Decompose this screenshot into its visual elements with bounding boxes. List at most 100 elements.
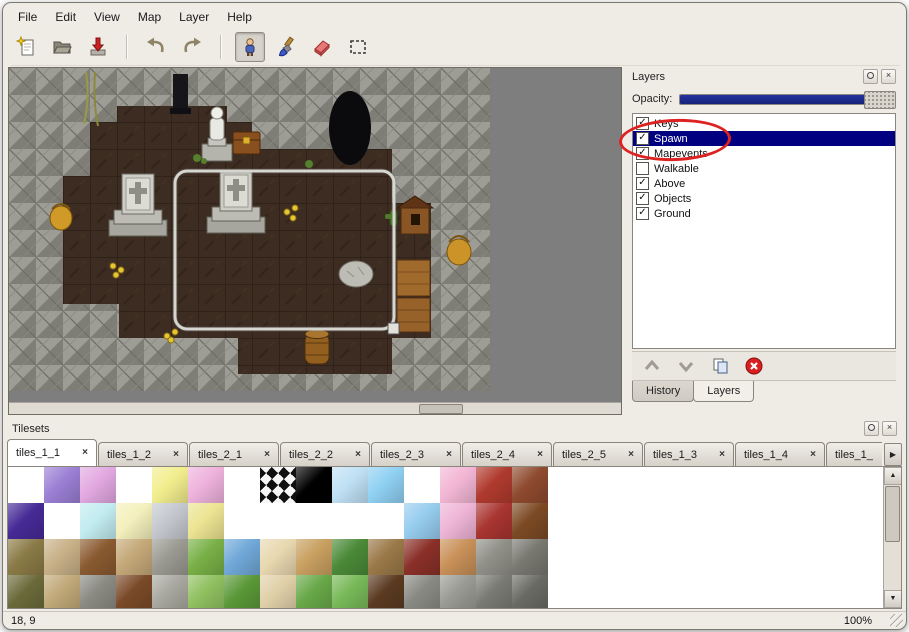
tile-2-0[interactable]: [8, 539, 44, 575]
tile-2-2[interactable]: [80, 539, 116, 575]
dock-close-button[interactable]: ×: [881, 69, 896, 84]
tile-1-7[interactable]: [260, 503, 296, 539]
tile-1-9[interactable]: [332, 503, 368, 539]
tab-close-icon[interactable]: ×: [810, 450, 816, 460]
tile-3-6[interactable]: [224, 575, 260, 609]
dock-tab-history[interactable]: History: [632, 381, 694, 402]
layer-move-down-button[interactable]: [674, 354, 698, 378]
scroll-up-button[interactable]: ▲: [884, 467, 901, 485]
select-tool-button[interactable]: [343, 32, 373, 62]
tileset-tab-tiles_2_3[interactable]: tiles_2_3×: [371, 442, 461, 466]
tile-3-14[interactable]: [512, 575, 548, 609]
tile-0-2[interactable]: [80, 467, 116, 503]
tileset-tab-tiles_2_5[interactable]: tiles_2_5×: [553, 442, 643, 466]
tileset-tab-tiles_2_4[interactable]: tiles_2_4×: [462, 442, 552, 466]
resize-grip[interactable]: [890, 614, 903, 627]
tile-3-10[interactable]: [368, 575, 404, 609]
layer-visibility-checkbox[interactable]: ✓: [636, 177, 649, 190]
tile-2-4[interactable]: [152, 539, 188, 575]
tab-close-icon[interactable]: ×: [537, 450, 543, 460]
layer-move-up-button[interactable]: [640, 354, 664, 378]
tab-scroll-right-button[interactable]: ▶: [884, 443, 902, 466]
tile-3-2[interactable]: [80, 575, 116, 609]
tileset-vscrollbar[interactable]: ▲ ▼: [883, 467, 901, 608]
tile-0-6[interactable]: [224, 467, 260, 503]
dock-close-button[interactable]: ×: [882, 421, 897, 436]
dock-rollup-button[interactable]: [863, 69, 878, 84]
tile-2-11[interactable]: [404, 539, 440, 575]
layer-row-walkable[interactable]: Walkable: [633, 161, 895, 176]
layer-row-spawn[interactable]: ✓Spawn: [633, 131, 895, 146]
tab-close-icon[interactable]: ×: [719, 450, 725, 460]
tile-3-1[interactable]: [44, 575, 80, 609]
tile-1-4[interactable]: [152, 503, 188, 539]
tile-1-8[interactable]: [296, 503, 332, 539]
tile-1-5[interactable]: [188, 503, 224, 539]
tile-1-2[interactable]: [80, 503, 116, 539]
layer-delete-button[interactable]: [742, 354, 766, 378]
opacity-handle[interactable]: [864, 91, 896, 109]
eraser-tool-button[interactable]: [307, 32, 337, 62]
layer-row-above[interactable]: ✓Above: [633, 176, 895, 191]
tile-3-12[interactable]: [440, 575, 476, 609]
layer-row-ground[interactable]: ✓Ground: [633, 206, 895, 221]
tile-2-8[interactable]: [296, 539, 332, 575]
tile-0-13[interactable]: [476, 467, 512, 503]
menu-help[interactable]: Help: [218, 7, 261, 27]
tileset-tab-tiles_1_4[interactable]: tiles_1_4×: [735, 442, 825, 466]
dock-rollup-button[interactable]: [864, 421, 879, 436]
undo-button[interactable]: [141, 32, 171, 62]
layer-visibility-checkbox[interactable]: ✓: [636, 207, 649, 220]
menu-view[interactable]: View: [85, 7, 129, 27]
menu-edit[interactable]: Edit: [46, 7, 85, 27]
tile-0-8[interactable]: [296, 467, 332, 503]
tile-3-8[interactable]: [296, 575, 332, 609]
layer-row-mapevents[interactable]: ✓Mapevents: [633, 146, 895, 161]
layer-visibility-checkbox[interactable]: ✓: [636, 192, 649, 205]
layer-row-keys[interactable]: ✓Keys: [633, 116, 895, 131]
vscrollbar-thumb[interactable]: [885, 486, 900, 542]
tile-3-7[interactable]: [260, 575, 296, 609]
dock-tab-layers[interactable]: Layers: [693, 381, 754, 402]
tile-0-12[interactable]: [440, 467, 476, 503]
tile-0-1[interactable]: [44, 467, 80, 503]
tab-close-icon[interactable]: ×: [173, 450, 179, 460]
tileset-tab-tiles_2_1[interactable]: tiles_2_1×: [189, 442, 279, 466]
selection-resize-handle[interactable]: [388, 323, 399, 334]
tile-0-10[interactable]: [368, 467, 404, 503]
tile-1-12[interactable]: [440, 503, 476, 539]
tab-close-icon[interactable]: ×: [446, 450, 452, 460]
redo-button[interactable]: [177, 32, 207, 62]
save-button[interactable]: [83, 32, 113, 62]
layer-visibility-checkbox[interactable]: [636, 162, 649, 175]
open-file-button[interactable]: [47, 32, 77, 62]
tile-0-3[interactable]: [116, 467, 152, 503]
map-canvas[interactable]: [8, 67, 622, 415]
tile-1-14[interactable]: [512, 503, 548, 539]
tile-2-9[interactable]: [332, 539, 368, 575]
opacity-slider[interactable]: [679, 94, 896, 105]
tile-2-5[interactable]: [188, 539, 224, 575]
layer-visibility-checkbox[interactable]: ✓: [636, 147, 649, 160]
layer-visibility-checkbox[interactable]: ✓: [636, 132, 649, 145]
tileset-tab-tiles_2_2[interactable]: tiles_2_2×: [280, 442, 370, 466]
tileset-tab-tiles_1_2[interactable]: tiles_1_2×: [98, 442, 188, 466]
map-hscrollbar[interactable]: [9, 402, 621, 414]
tile-2-13[interactable]: [476, 539, 512, 575]
tab-close-icon[interactable]: ×: [628, 450, 634, 460]
tile-2-3[interactable]: [116, 539, 152, 575]
new-file-button[interactable]: [11, 32, 41, 62]
tile-0-5[interactable]: [188, 467, 224, 503]
brush-tool-button[interactable]: [271, 32, 301, 62]
scroll-down-button[interactable]: ▼: [884, 590, 901, 608]
tile-2-14[interactable]: [512, 539, 548, 575]
tile-3-4[interactable]: [152, 575, 188, 609]
menu-layer[interactable]: Layer: [170, 7, 218, 27]
tile-2-7[interactable]: [260, 539, 296, 575]
tile-0-4[interactable]: [152, 467, 188, 503]
tile-3-11[interactable]: [404, 575, 440, 609]
tile-0-7[interactable]: [260, 467, 296, 503]
layer-duplicate-button[interactable]: [708, 354, 732, 378]
menu-file[interactable]: File: [9, 7, 46, 27]
tile-3-5[interactable]: [188, 575, 224, 609]
